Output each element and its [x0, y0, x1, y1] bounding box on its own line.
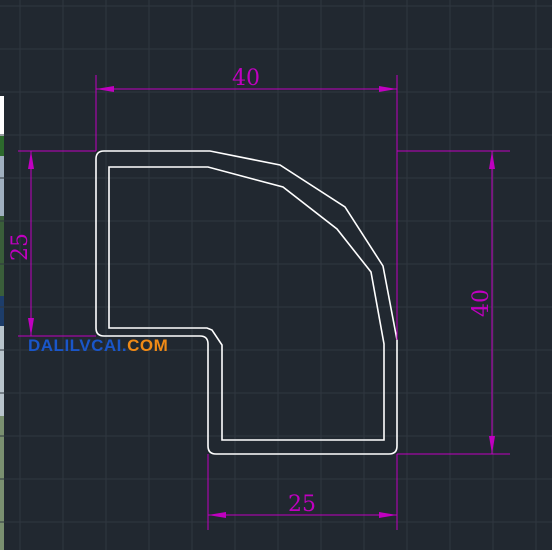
- dimension-bottom: 25: [207, 454, 398, 530]
- watermark-text-com: COM: [127, 336, 169, 355]
- dimension-left: 25: [8, 150, 96, 337]
- profile-inner-contour: [108, 166, 385, 441]
- dim-label-bottom: 25: [288, 492, 316, 517]
- watermark-logo: DALILVCAI.COM: [28, 336, 168, 356]
- dim-label-left: 25: [8, 233, 33, 261]
- watermark-text-main: DALILVCAI.: [28, 336, 128, 355]
- grid: [0, 0, 552, 550]
- dim-label-right: 40: [469, 289, 494, 317]
- cad-drawing-canvas: 40 25 40 25: [0, 0, 552, 550]
- dim-label-top: 40: [232, 66, 260, 91]
- profile-outer-contour: [95, 150, 398, 455]
- dimension-top: 40: [95, 66, 398, 340]
